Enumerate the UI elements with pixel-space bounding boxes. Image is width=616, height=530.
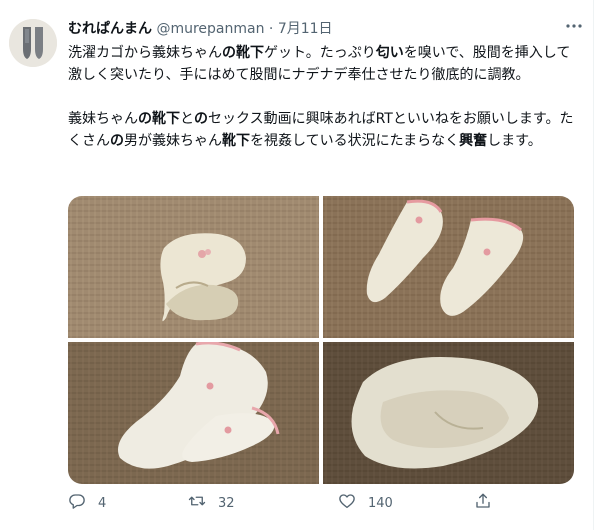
text-segment: を視姦している状況にたまらなく bbox=[250, 133, 460, 149]
tweet-paragraph-2: 義妹ちゃんの靴下とのセックス動画に興味あればRTといいねをお願いします。たくさん… bbox=[68, 108, 578, 152]
text-segment: ゲット。たっぷり bbox=[264, 45, 376, 61]
more-icon[interactable] bbox=[565, 17, 583, 39]
display-name[interactable]: むれぱんまん bbox=[68, 21, 152, 37]
tweet-text: 洗濯カゴから義妹ちゃんの靴下ゲット。たっぷり匂いを嗅いで、股間を挿入して激しく突… bbox=[68, 42, 578, 152]
retweet-count: 32 bbox=[218, 495, 235, 511]
separator-dot: · bbox=[268, 21, 274, 37]
bold-text-segment: 匂い bbox=[375, 45, 404, 61]
media-grid bbox=[68, 196, 574, 484]
retweet-icon bbox=[188, 492, 206, 514]
retweet-button[interactable]: 32 bbox=[188, 490, 235, 516]
sock-photo-4[interactable] bbox=[323, 342, 574, 484]
sock-photo-2[interactable] bbox=[323, 196, 574, 338]
text-segment: 洗濯カゴから義妹ちゃん bbox=[68, 45, 222, 61]
sock-photo-3[interactable] bbox=[68, 342, 319, 484]
reply-count: 4 bbox=[98, 495, 107, 511]
text-segment: と bbox=[180, 111, 194, 127]
user-handle[interactable]: @murepanman bbox=[156, 21, 264, 37]
bold-text-segment: の bbox=[110, 133, 124, 149]
share-button[interactable] bbox=[474, 490, 492, 516]
tweet-date[interactable]: 7月11日 bbox=[278, 21, 333, 37]
tweet[interactable]: むれぱんまん @murepanman · 7月11日 洗濯カゴから義妹ちゃんの靴… bbox=[0, 0, 594, 530]
reply-icon bbox=[68, 492, 86, 514]
bold-text-segment: 興奮 bbox=[459, 133, 488, 149]
bold-text-segment: の靴下 bbox=[138, 111, 180, 127]
share-icon bbox=[474, 492, 492, 514]
heart-icon bbox=[338, 492, 356, 514]
like-count: 140 bbox=[368, 495, 393, 511]
bold-text-segment: の bbox=[194, 111, 208, 127]
sock-photo-1[interactable] bbox=[68, 196, 319, 338]
text-segment: します。 bbox=[487, 133, 542, 149]
like-button[interactable]: 140 bbox=[338, 490, 393, 516]
text-segment: 義妹ちゃん bbox=[68, 111, 138, 127]
bold-text-segment: の靴下 bbox=[222, 45, 264, 61]
text-segment: 男が義妹ちゃん bbox=[124, 133, 222, 149]
tweet-header: むれぱんまん @murepanman · 7月11日 bbox=[68, 19, 333, 39]
avatar[interactable] bbox=[9, 19, 57, 67]
bold-text-segment: 靴下 bbox=[222, 133, 250, 149]
tweet-actions: 4 32 140 bbox=[68, 490, 528, 516]
tweet-paragraph-1: 洗濯カゴから義妹ちゃんの靴下ゲット。たっぷり匂いを嗅いで、股間を挿入して激しく突… bbox=[68, 42, 578, 86]
reply-button[interactable]: 4 bbox=[68, 490, 106, 516]
